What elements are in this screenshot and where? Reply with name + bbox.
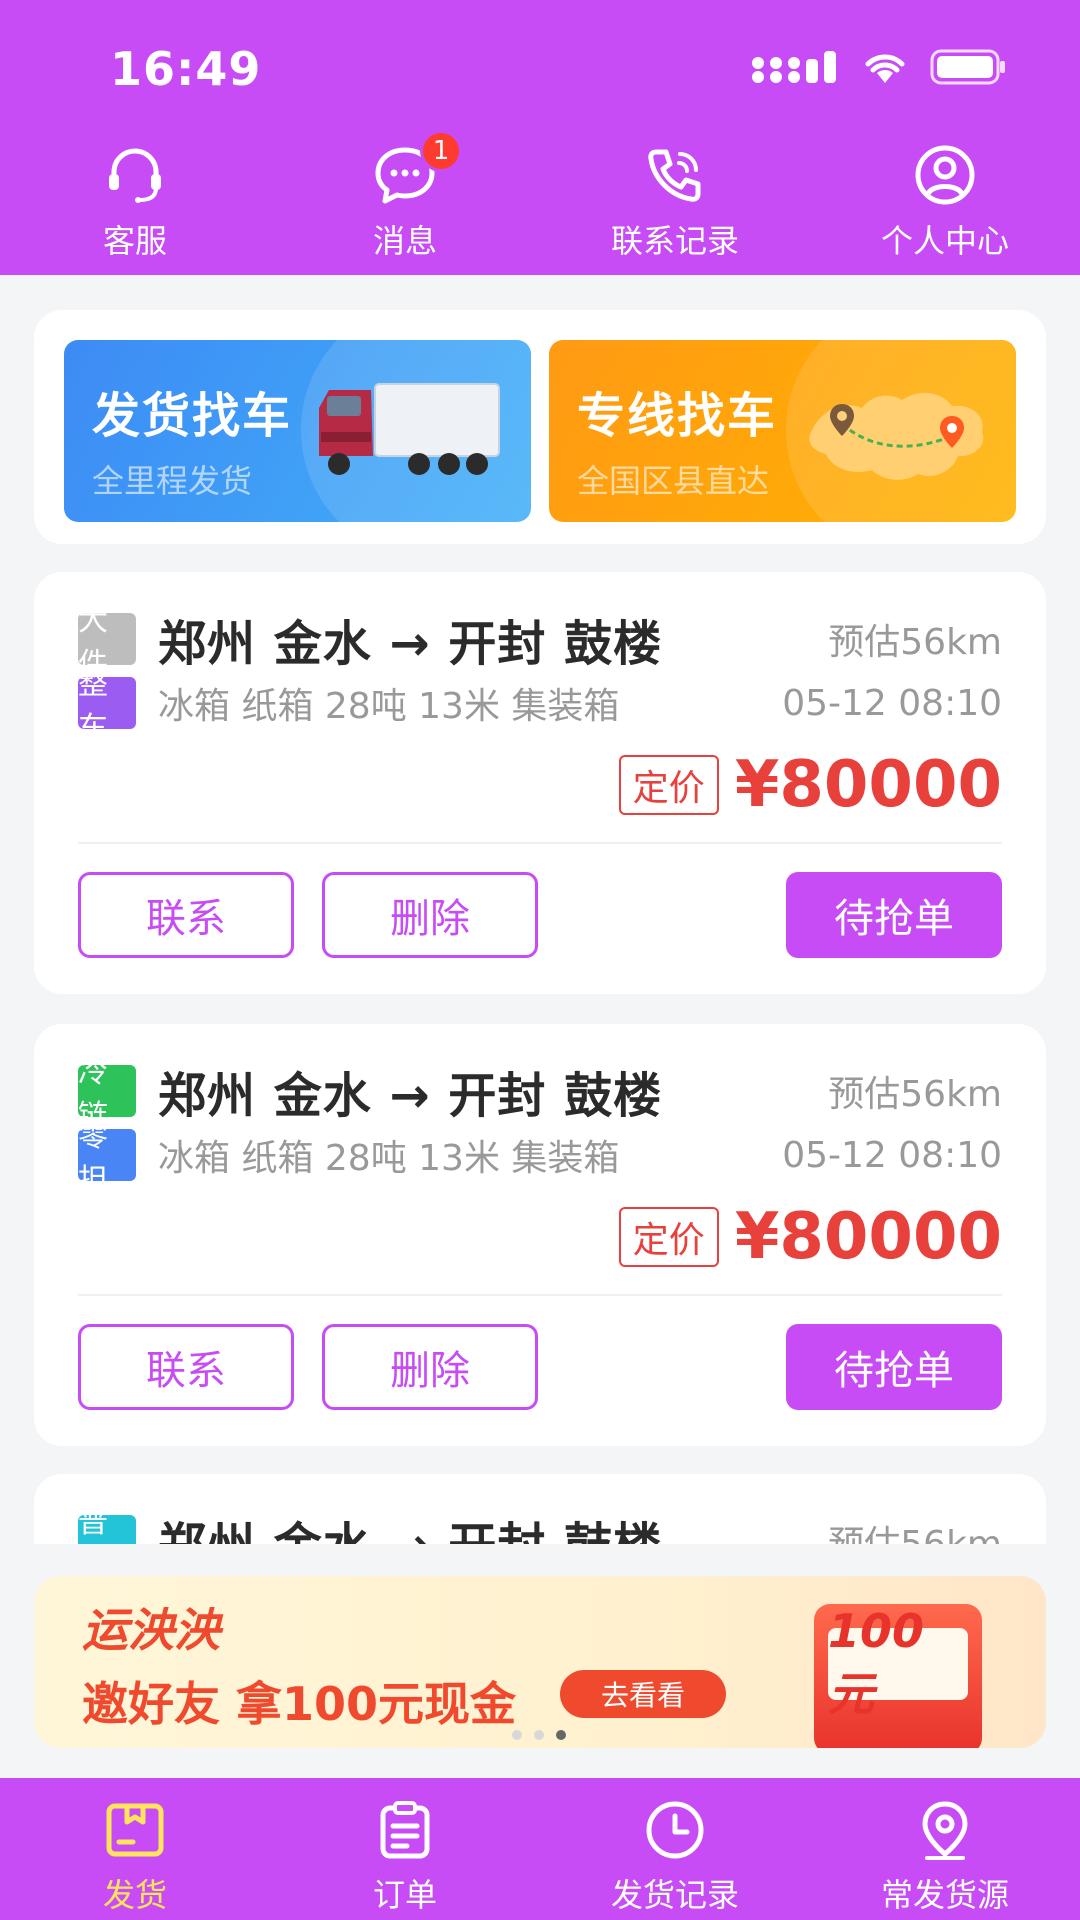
truck-icon [319, 383, 500, 475]
shipping-banners: 发货找车 全里程发货 专线找车 全国区县直达 [34, 310, 1046, 544]
cargo-type-tag: 大件 [78, 603, 136, 682]
location-pin-icon [922, 1801, 968, 1860]
contact-button[interactable]: 联系 [78, 872, 294, 958]
nav-label: 客服 [102, 222, 167, 260]
ship-time: 05-12 08:10 [782, 1134, 1002, 1176]
nav-messages[interactable]: 1 消息 [270, 130, 540, 275]
wifi-icon [865, 54, 905, 83]
clock-icon [646, 1801, 704, 1859]
status-icons [750, 48, 1008, 86]
phone-call-icon [648, 149, 701, 202]
goods-text: 冰箱 纸箱 28吨 13米 集装箱 [158, 686, 620, 727]
ship-time: 05-12 08:10 [782, 682, 1002, 724]
status-bar: 16:49 [0, 0, 1080, 130]
carousel-dots [512, 1730, 566, 1740]
tab-orders[interactable]: 订单 [270, 1778, 540, 1920]
nav-customer-service[interactable]: 客服 [0, 130, 270, 275]
tab-label: 发货记录 [610, 1876, 739, 1914]
contact-button[interactable]: 联系 [78, 1324, 294, 1410]
tab-frequent-sources[interactable]: 常发货源 [810, 1778, 1080, 1920]
route-text: 郑州 金水 → 开封 鼓楼 [158, 1506, 828, 1544]
tab-ship-records[interactable]: 发货记录 [540, 1778, 810, 1920]
tab-ship[interactable]: 发货 [0, 1778, 270, 1920]
nav-profile[interactable]: 个人中心 [810, 130, 1080, 275]
ship-find-truck-banner[interactable]: 发货找车 全里程发货 [64, 340, 531, 522]
order-card: 大件 郑州 金水 → 开封 鼓楼 预估56km 整车 冰箱 纸箱 28吨 13米… [34, 572, 1046, 994]
route-text: 郑州 金水 → 开封 鼓楼 [158, 1068, 663, 1124]
promo-text: 邀好友 拿100元现金 [82, 1677, 517, 1731]
divider [78, 1294, 1002, 1296]
distance-text: 预估56km [828, 622, 1002, 663]
price-value: ¥80000 [734, 1200, 1002, 1274]
message-badge: 1 [420, 130, 462, 172]
nav-label: 联系记录 [610, 222, 739, 260]
cargo-type-tag: 冷链 [78, 1055, 136, 1134]
order-card: 普货 郑州 金水 → 开封 鼓楼 预估56km [34, 1474, 1046, 1544]
bottom-tab-bar: 发货 订单 发货记录 常发货源 [0, 1778, 1080, 1920]
promo-brand: 运泱泱 [82, 1603, 220, 1657]
nav-label: 消息 [372, 222, 437, 260]
clipboard-icon [380, 1801, 430, 1859]
divider [78, 842, 1002, 844]
red-envelope-icon: 100元 [814, 1604, 982, 1748]
load-type-tag: 零担 [78, 1119, 136, 1198]
price-type-badge: 定价 [618, 755, 719, 815]
carousel-dot[interactable] [512, 1730, 522, 1740]
pending-grab-button[interactable]: 待抢单 [786, 1324, 1002, 1410]
status-time: 16:49 [110, 42, 262, 96]
route-text: 郑州 金水 → 开封 鼓楼 [158, 616, 663, 672]
envelope-amount: 100元 [828, 1604, 968, 1721]
promo-banner[interactable]: 运泱泱 邀好友 拿100元现金 去看看 100元 [34, 1576, 1046, 1748]
goods-text: 冰箱 纸箱 28吨 13米 集装箱 [158, 1138, 620, 1179]
carousel-dot[interactable] [534, 1730, 544, 1740]
distance-text: 预估56km [828, 1515, 1002, 1544]
delete-button[interactable]: 删除 [322, 1324, 538, 1410]
box-icon [106, 1803, 164, 1857]
pending-grab-button[interactable]: 待抢单 [786, 872, 1002, 958]
delete-button[interactable]: 删除 [322, 872, 538, 958]
order-card: 冷链 郑州 金水 → 开封 鼓楼 预估56km 零担 冰箱 纸箱 28吨 13米… [34, 1024, 1046, 1446]
tab-label: 常发货源 [880, 1876, 1009, 1914]
distance-text: 预估56km [828, 1074, 1002, 1115]
china-map-icon [809, 392, 984, 480]
price-type-badge: 定价 [618, 1207, 719, 1267]
nav-label: 个人中心 [880, 222, 1009, 260]
tab-label: 订单 [372, 1876, 437, 1914]
battery-icon [930, 49, 1005, 85]
price-value: ¥80000 [734, 748, 1002, 822]
cargo-type-tag: 普货 [78, 1505, 136, 1544]
load-type-tag: 整车 [78, 667, 136, 746]
dedicated-line-banner[interactable]: 专线找车 全国区县直达 [549, 340, 1016, 522]
nav-contact-records[interactable]: 联系记录 [540, 130, 810, 275]
headset-icon [109, 148, 161, 203]
promo-go-button[interactable]: 去看看 [560, 1670, 726, 1718]
signal-icon [752, 51, 836, 83]
carousel-dot-active[interactable] [556, 1730, 566, 1740]
user-icon [915, 145, 975, 205]
header-nav: 客服 1 消息 联系记录 个人中心 [0, 130, 1080, 275]
tab-label: 发货 [102, 1876, 167, 1914]
